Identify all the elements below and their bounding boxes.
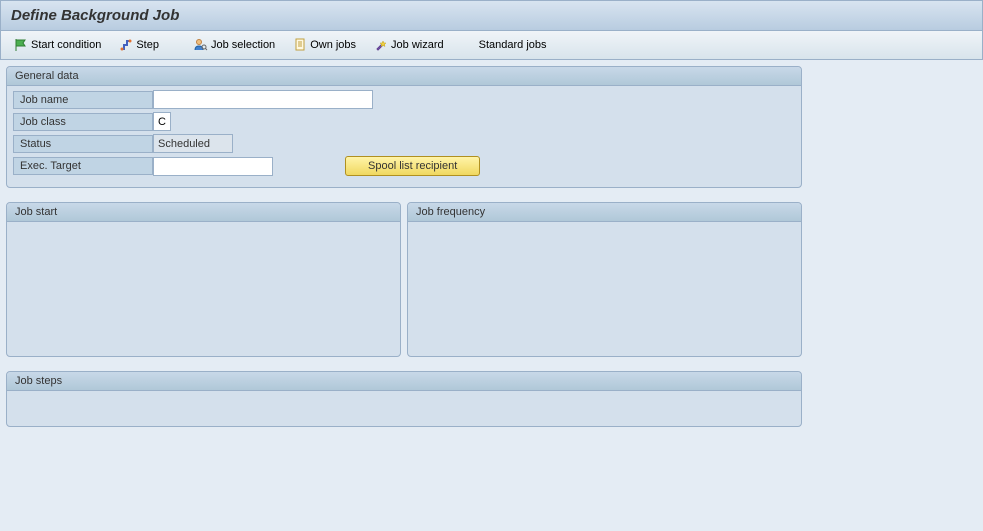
document-icon xyxy=(293,38,307,52)
job-steps-body xyxy=(7,391,801,417)
toolbar-separator xyxy=(461,36,462,54)
exec-target-input[interactable] xyxy=(153,157,273,176)
job-frequency-groupbox: Job frequency xyxy=(407,202,802,357)
job-steps-groupbox: Job steps xyxy=(6,371,802,427)
content-area: General data Job name Job class Status E… xyxy=(0,60,983,447)
job-frequency-body xyxy=(408,222,801,342)
spool-list-recipient-button[interactable]: Spool list recipient xyxy=(345,156,480,176)
job-class-input[interactable] xyxy=(153,112,171,131)
flag-icon xyxy=(14,38,28,52)
general-data-title: General data xyxy=(7,67,801,86)
step-label: Step xyxy=(136,39,159,51)
wizard-icon xyxy=(374,38,388,52)
job-start-title: Job start xyxy=(7,203,400,222)
toolbar: Start condition Step Job selection Own j… xyxy=(0,31,983,60)
step-button[interactable]: Step xyxy=(112,35,166,55)
job-start-body xyxy=(7,222,400,342)
status-label: Status xyxy=(13,135,153,153)
exec-target-row: Exec. Target Spool list recipient xyxy=(13,156,795,176)
job-name-row: Job name xyxy=(13,90,795,109)
status-input xyxy=(153,134,233,153)
job-class-row: Job class xyxy=(13,112,795,131)
job-class-label: Job class xyxy=(13,113,153,131)
own-jobs-button[interactable]: Own jobs xyxy=(286,35,363,55)
job-selection-button[interactable]: Job selection xyxy=(187,35,282,55)
person-search-icon xyxy=(194,38,208,52)
standard-jobs-button[interactable]: Standard jobs xyxy=(472,36,554,54)
job-frequency-title: Job frequency xyxy=(408,203,801,222)
job-name-input[interactable] xyxy=(153,90,373,109)
toolbar-separator xyxy=(176,36,177,54)
start-condition-button[interactable]: Start condition xyxy=(7,35,108,55)
standard-jobs-label: Standard jobs xyxy=(479,39,547,51)
general-data-groupbox: General data Job name Job class Status E… xyxy=(6,66,802,188)
start-condition-label: Start condition xyxy=(31,39,101,51)
job-start-groupbox: Job start xyxy=(6,202,401,357)
job-selection-label: Job selection xyxy=(211,39,275,51)
two-column-row: Job start Job frequency xyxy=(6,202,977,371)
job-steps-title: Job steps xyxy=(7,372,801,391)
exec-target-label: Exec. Target xyxy=(13,157,153,175)
step-icon xyxy=(119,38,133,52)
job-wizard-label: Job wizard xyxy=(391,39,444,51)
job-name-label: Job name xyxy=(13,91,153,109)
status-row: Status xyxy=(13,134,795,153)
page-title-bar: Define Background Job xyxy=(0,0,983,31)
job-wizard-button[interactable]: Job wizard xyxy=(367,35,451,55)
general-data-body: Job name Job class Status Exec. Target S… xyxy=(7,86,801,187)
page-title: Define Background Job xyxy=(11,7,179,24)
own-jobs-label: Own jobs xyxy=(310,39,356,51)
